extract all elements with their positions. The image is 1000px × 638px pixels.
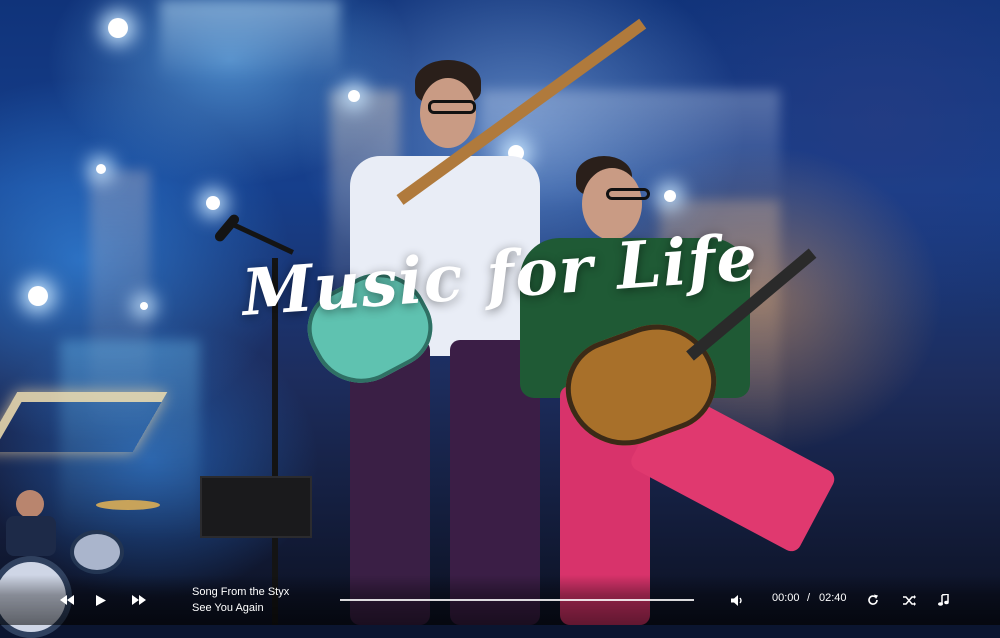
fast-forward-icon[interactable] (130, 591, 148, 609)
elapsed-time: 00:00 (772, 592, 800, 604)
current-track-title[interactable]: Song From the Styx (192, 584, 289, 600)
total-duration: 02:40 (819, 592, 847, 604)
stage-spotlight (108, 18, 128, 38)
stage-spotlight (96, 164, 106, 174)
audio-player-bar: Song From the Styx See You Again 00:00 /… (0, 575, 1000, 625)
stage-amp (200, 476, 312, 538)
mic-boom (232, 222, 294, 255)
volume-icon[interactable] (728, 591, 746, 609)
stage-spotlight (206, 196, 220, 210)
play-icon[interactable] (92, 591, 110, 609)
shuffle-icon[interactable] (900, 591, 918, 609)
progress-bar[interactable] (340, 599, 694, 601)
time-separator: / (807, 592, 811, 604)
next-track-title[interactable]: See You Again (192, 600, 289, 616)
track-info: Song From the Styx See You Again (192, 584, 289, 616)
rewind-icon[interactable] (58, 591, 76, 609)
music-note-icon[interactable] (934, 591, 952, 609)
repeat-icon[interactable] (864, 591, 882, 609)
